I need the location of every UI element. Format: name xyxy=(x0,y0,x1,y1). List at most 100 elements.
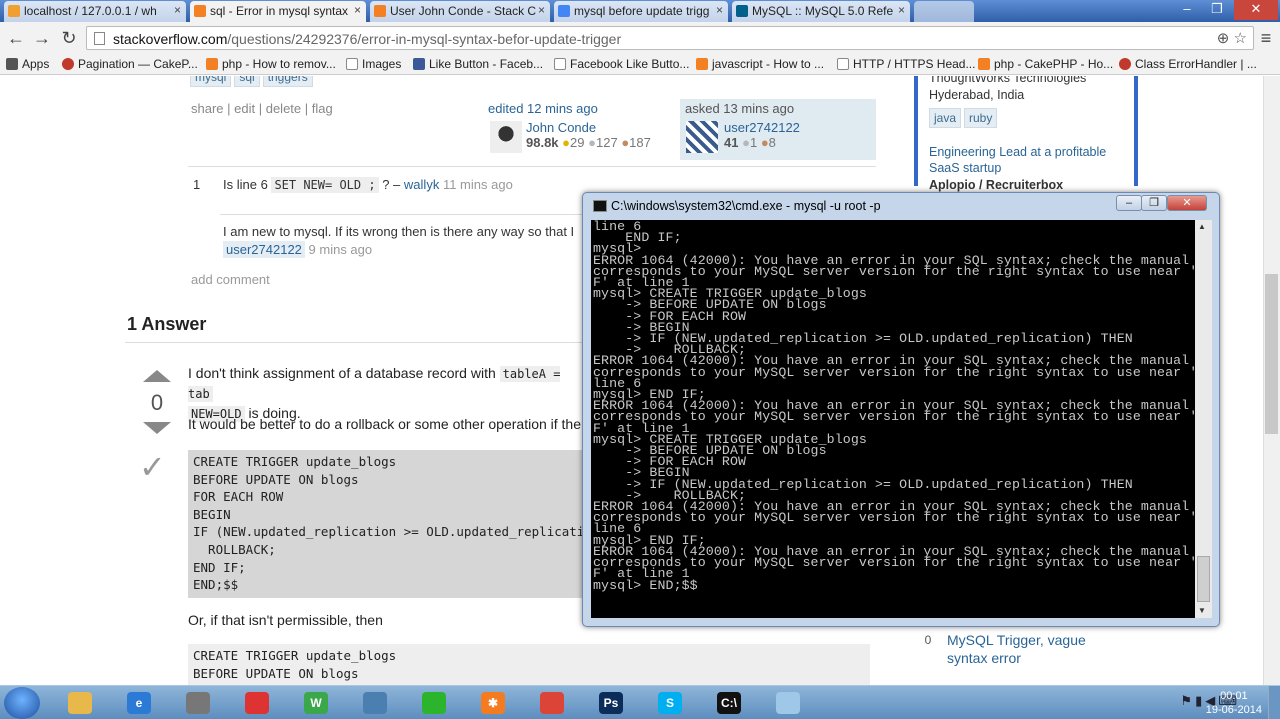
tab-phpmyadmin[interactable]: localhost / 127.0.0.1 / wh × xyxy=(4,1,186,22)
address-bar[interactable]: stackoverflow.com/questions/24292376/err… xyxy=(86,26,1254,50)
edited-time-link[interactable]: edited 12 mins ago xyxy=(488,101,678,116)
bookmark-item[interactable]: Like Button - Faceb... xyxy=(413,57,543,71)
scroll-up-icon[interactable]: ▲ xyxy=(1198,222,1206,231)
comment: I am new to mysql. If its wrong then is … xyxy=(223,224,575,258)
taskbar-item[interactable] xyxy=(409,688,459,718)
upvote-button[interactable] xyxy=(143,370,171,382)
answers-header: 1 Answer xyxy=(127,314,207,334)
bookmark-item[interactable]: javascript - How to ... xyxy=(696,57,824,71)
back-icon[interactable]: ← xyxy=(4,27,28,49)
user-name-link[interactable]: John Conde xyxy=(526,120,651,135)
taskbar-item[interactable] xyxy=(173,688,223,718)
page-icon xyxy=(837,58,849,70)
bookmark-item[interactable]: Images xyxy=(346,57,401,71)
taskbar-item[interactable] xyxy=(232,688,282,718)
bookmark-item[interactable]: HTTP / HTTPS Head... xyxy=(837,57,975,71)
maximize-icon[interactable]: ❐ xyxy=(1141,195,1167,211)
bookmark-apps[interactable]: Apps xyxy=(6,57,49,71)
start-button[interactable] xyxy=(4,687,40,719)
window-close-icon[interactable]: ✕ xyxy=(1234,0,1278,20)
maximize-icon[interactable]: ❐ xyxy=(1202,0,1232,20)
notification-icon[interactable]: ⚑ xyxy=(1180,693,1195,708)
user-name-link[interactable]: user2742122 xyxy=(724,120,800,135)
comment-user-link[interactable]: wallyk xyxy=(404,177,439,192)
bronze-badge-icon: ● xyxy=(760,135,769,150)
tag[interactable]: java xyxy=(929,108,962,128)
clock-date: 19-06-2014 xyxy=(1205,704,1262,716)
menu-icon[interactable]: ≡ xyxy=(1254,27,1278,49)
close-icon[interactable]: × xyxy=(174,3,181,17)
cakephp-icon xyxy=(1119,58,1131,70)
network-icon[interactable]: ▮ xyxy=(1195,693,1205,708)
close-icon[interactable]: × xyxy=(716,3,723,17)
taskbar-item[interactable] xyxy=(763,688,813,718)
new-tab-button[interactable] xyxy=(914,1,974,22)
tab-john-conde[interactable]: User John Conde - Stack C × xyxy=(370,1,550,22)
scroll-thumb[interactable] xyxy=(1197,556,1210,602)
tab-sql-error[interactable]: sql - Error in mysql syntax × xyxy=(190,1,366,22)
close-icon[interactable]: × xyxy=(354,3,361,17)
avatar[interactable] xyxy=(490,121,522,153)
stackoverflow-icon xyxy=(206,58,218,70)
cmd-console[interactable]: line 6 END IF; mysql> ERROR 1064 (42000)… xyxy=(591,220,1195,618)
bookmark-item[interactable]: Facebook Like Butto... xyxy=(554,57,689,71)
job-title-link[interactable]: Engineering Lead at a profitable SaaS st… xyxy=(929,144,1129,176)
show-desktop-button[interactable] xyxy=(1268,686,1280,719)
accept-checkmark-icon[interactable]: ✓ xyxy=(139,448,166,486)
clock[interactable]: 00:01 19-06-2014 xyxy=(1206,689,1262,717)
delete-link[interactable]: delete xyxy=(266,101,301,116)
taskbar-item[interactable]: S xyxy=(645,688,695,718)
close-icon[interactable]: × xyxy=(898,3,905,17)
related-question-link[interactable]: MySQL Trigger, vague syntax error xyxy=(947,631,1107,667)
tag[interactable]: sql xyxy=(234,76,260,87)
bookmark-item[interactable]: Pagination — CakeP... xyxy=(62,57,198,71)
close-icon[interactable]: ✕ xyxy=(1167,195,1207,211)
tag[interactable]: ruby xyxy=(964,108,998,128)
taskbar-item[interactable]: ✱ xyxy=(468,688,518,718)
tag[interactable]: triggers xyxy=(262,76,313,87)
green-ball-icon xyxy=(422,692,446,714)
cmd-scrollbar[interactable]: ▲ ▼ xyxy=(1195,220,1212,618)
taskbar-item[interactable]: e xyxy=(114,688,164,718)
silver-count: 127 xyxy=(595,135,618,150)
forward-icon[interactable]: → xyxy=(30,27,54,49)
taskbar-item[interactable]: W xyxy=(291,688,341,718)
add-comment-link[interactable]: add comment xyxy=(191,272,270,287)
browser-toolbar: ← → ↻ stackoverflow.com/questions/242923… xyxy=(0,22,1280,55)
flag-link[interactable]: flag xyxy=(312,101,333,116)
silver-badge-icon: ● xyxy=(588,135,596,150)
zoom-icon[interactable]: ⊕ xyxy=(1217,30,1230,47)
comment-time[interactable]: 9 mins ago xyxy=(309,242,373,257)
tab-mysql-ref[interactable]: MySQL :: MySQL 5.0 Refe × xyxy=(732,1,910,22)
edit-link[interactable]: edit xyxy=(234,101,255,116)
comment-user-link[interactable]: user2742122 xyxy=(223,241,305,258)
answer-paragraph: Or, if that isn't permissible, then xyxy=(188,612,383,628)
minimize-icon[interactable]: – xyxy=(1172,0,1202,20)
taskbar-item[interactable]: Ps xyxy=(586,688,636,718)
divider xyxy=(220,214,590,215)
bookmark-star-icon[interactable]: ☆ xyxy=(1234,30,1247,47)
share-link[interactable]: share xyxy=(191,101,224,116)
minimize-icon[interactable]: – xyxy=(1116,195,1142,211)
scroll-thumb[interactable] xyxy=(1265,274,1278,434)
answer-paragraph: I don't think assignment of a database r… xyxy=(188,365,561,422)
bookmark-item[interactable]: php - CakePHP - Ho... xyxy=(978,57,1113,71)
taskbar-item[interactable] xyxy=(350,688,400,718)
taskbar-item[interactable]: C:\ xyxy=(704,688,754,718)
taskbar-item[interactable] xyxy=(55,688,105,718)
tab-google-search[interactable]: mysql before update trigg × xyxy=(554,1,728,22)
downvote-button[interactable] xyxy=(143,422,171,434)
bookmark-item[interactable]: php - How to remov... xyxy=(206,57,336,71)
comment-time[interactable]: 11 mins ago xyxy=(443,177,513,192)
comment: Is line 6 SET NEW= OLD ; ? – wallyk 11 m… xyxy=(223,177,513,193)
post-menu: share | edit | delete | flag xyxy=(191,101,333,116)
tag[interactable]: mysql xyxy=(190,76,232,87)
avatar[interactable] xyxy=(686,121,718,153)
page-scrollbar[interactable] xyxy=(1263,76,1280,685)
taskbar-item[interactable] xyxy=(527,688,577,718)
close-icon[interactable]: × xyxy=(538,3,545,17)
reload-icon[interactable]: ↻ xyxy=(57,27,81,49)
bookmark-item[interactable]: Class ErrorHandler | ... xyxy=(1119,57,1257,71)
scroll-down-icon[interactable]: ▼ xyxy=(1198,606,1206,615)
question-tags: mysql sql triggers xyxy=(190,76,316,87)
